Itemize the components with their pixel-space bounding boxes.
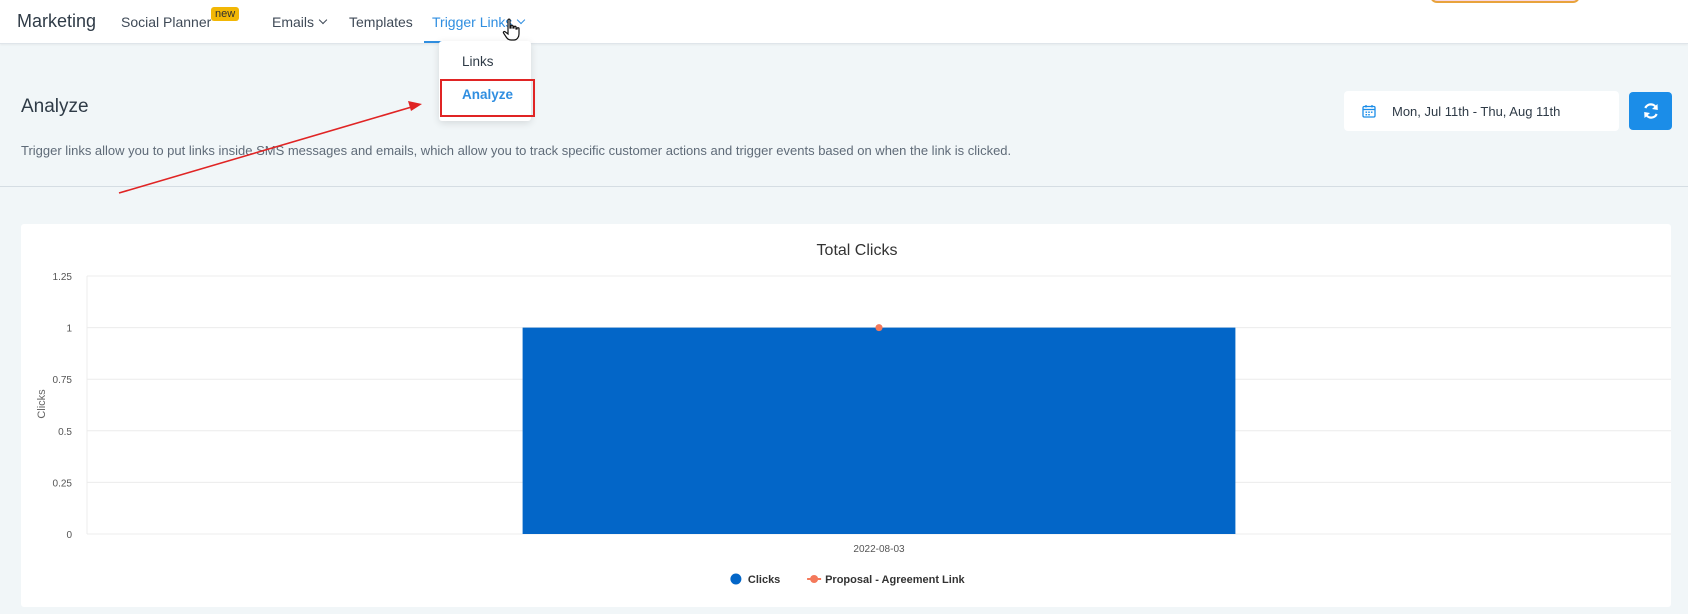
nav-trigger-links-label: Trigger Links xyxy=(432,14,513,30)
hand-cursor-icon xyxy=(502,18,520,41)
page-description: Trigger links allow you to put links ins… xyxy=(21,143,1012,158)
y-tick-label: 1 xyxy=(66,324,72,335)
y-tick-label: 1.25 xyxy=(53,272,73,283)
header-widget-edge xyxy=(1430,0,1580,3)
chart-title: Total Clicks xyxy=(817,242,898,259)
nav-social-planner[interactable]: Social Planner xyxy=(121,14,211,30)
dropdown-item-links[interactable]: Links xyxy=(462,54,494,69)
line-point xyxy=(875,324,883,332)
y-tick-label: 0 xyxy=(66,530,72,541)
date-range-label: Mon, Jul 11th - Thu, Aug 11th xyxy=(1392,103,1561,119)
total-clicks-chart: Total Clicks Clicks 0 0.25 0.5 0.75 1 1.25 202… xyxy=(36,242,1671,586)
section-divider xyxy=(0,186,1688,187)
x-tick-label: 2022-08-03 xyxy=(853,544,905,555)
y-tick-label: 0.75 xyxy=(53,375,73,386)
chart-legend: Clicks Proposal - Agreement Link xyxy=(730,573,966,586)
legend-label: Clicks xyxy=(748,574,780,586)
nav-emails[interactable]: Emails xyxy=(272,14,328,30)
plot-area: 0 0.25 0.5 0.75 1 1.25 2022-08-03 xyxy=(53,272,1671,555)
y-axis-title: Clicks xyxy=(36,389,48,419)
nav-social-planner-label: Social Planner xyxy=(121,14,212,30)
refresh-icon xyxy=(1643,103,1658,119)
page-title: Analyze xyxy=(21,96,89,117)
nav-templates-label: Templates xyxy=(349,14,413,30)
top-nav-bar: Marketing Social Planner new Emails Temp… xyxy=(0,0,1688,44)
legend-marker xyxy=(730,573,742,585)
legend-label: Proposal - Agreement Link xyxy=(825,574,965,586)
annotation-highlight-box xyxy=(440,79,535,117)
calendar-icon xyxy=(1362,105,1376,118)
nav-templates[interactable]: Templates xyxy=(349,14,413,30)
y-tick-label: 0.5 xyxy=(58,427,72,438)
new-badge: new xyxy=(211,7,240,21)
date-range-picker[interactable]: Mon, Jul 11th - Thu, Aug 11th xyxy=(1344,91,1619,131)
chevron-down-icon xyxy=(318,15,328,25)
legend-marker xyxy=(810,575,819,583)
bar xyxy=(522,327,1236,534)
app-title: Marketing xyxy=(17,11,97,31)
total-clicks-chart-card: Total Clicks Clicks 0 0.25 0.5 0.75 1 1.25 202… xyxy=(21,224,1671,607)
refresh-button[interactable] xyxy=(1629,92,1672,130)
nav-emails-label: Emails xyxy=(272,14,315,30)
y-tick-label: 0.25 xyxy=(53,478,73,489)
